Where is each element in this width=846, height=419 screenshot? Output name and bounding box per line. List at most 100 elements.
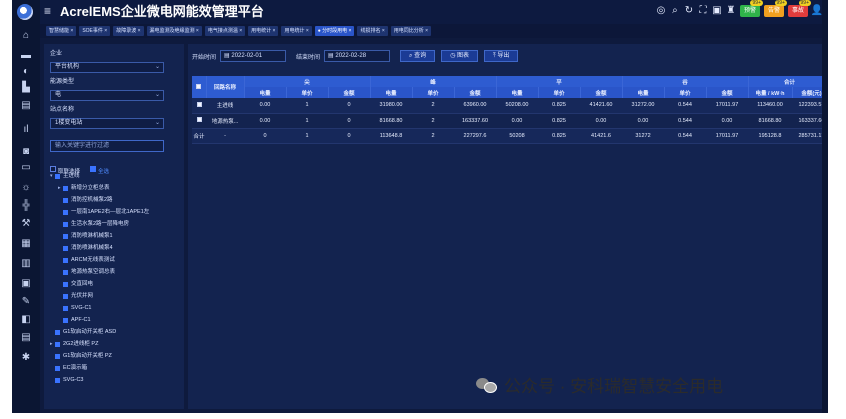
company-label: 企业: [50, 51, 63, 57]
tab-soe[interactable]: SOE事件 ×: [79, 26, 111, 36]
refresh-icon[interactable]: ↻: [684, 6, 694, 16]
energy-type-select[interactable]: 电 ⌄: [50, 90, 164, 101]
tab-storage[interactable]: 智慧储能 ×: [46, 26, 77, 36]
tree-node[interactable]: ▸ 2G2进线柜 PZ: [50, 340, 98, 348]
cell: 81668.80: [370, 113, 412, 129]
tower-icon[interactable]: ╬: [19, 200, 33, 212]
end-date-input[interactable]: ▤ 2022-02-28: [324, 50, 391, 62]
shirt-icon[interactable]: ♜: [726, 6, 736, 16]
battery-icon[interactable]: ▭: [19, 162, 33, 174]
tree-filter-input[interactable]: 输入关键字进行过滤: [50, 140, 164, 152]
tree-node[interactable]: APF-C1: [58, 316, 91, 324]
grid-icon[interactable]: ▦: [19, 238, 33, 250]
watermark-text: 公众号 · 安科瑞智慧安全用电: [504, 377, 724, 396]
tab-time-of-use[interactable]: ● 分时段用电 ×: [314, 26, 355, 36]
tab-line-loss[interactable]: 线损排名 ×: [357, 26, 388, 36]
bar-chart-icon[interactable]: ıl: [19, 124, 33, 136]
row-name: 主进线: [206, 98, 244, 114]
tool-icon[interactable]: ⚒: [19, 218, 33, 230]
tab-fault-wave[interactable]: 故障录波 ×: [113, 26, 144, 36]
row-checkbox[interactable]: [192, 98, 206, 114]
document-icon[interactable]: ▤: [19, 332, 33, 344]
chart-button[interactable]: ◷ 图表: [441, 50, 478, 62]
tree-node[interactable]: G1软启动开关柜 PZ: [50, 352, 112, 360]
watermark: 公众号 · 安科瑞智慧安全用电: [476, 372, 723, 397]
cell: 227297.6: [454, 128, 496, 144]
panel-icon[interactable]: ◧: [19, 314, 33, 326]
chevron-down-icon: ⌄: [154, 120, 160, 126]
station-select[interactable]: 1楼变电站 ⌄: [50, 118, 164, 129]
column-header: 电量 / kW·h: [748, 87, 793, 98]
cell: 2: [412, 113, 454, 129]
cell: 0.544: [664, 128, 706, 144]
monitor-icon[interactable]: ▬: [19, 50, 33, 62]
select-all-rows-checkbox[interactable]: [192, 76, 207, 98]
tree-node[interactable]: ▸ 新增分立柜总表: [58, 184, 110, 192]
camera-icon[interactable]: ◙: [19, 146, 33, 158]
group-header: 谷: [622, 76, 749, 87]
group-header: 平: [496, 76, 623, 87]
tree-node[interactable]: 交直回电: [58, 280, 93, 288]
tree-node[interactable]: 消防喷淋机械泵4: [58, 244, 113, 252]
tab-usage-stats-2[interactable]: 用电统计 ×: [281, 26, 312, 36]
tab-usage-stats-1[interactable]: 用电统计 ×: [248, 26, 279, 36]
search-icon[interactable]: ⌕: [670, 6, 680, 16]
company-select[interactable]: 平台机构 ⌄: [50, 62, 164, 73]
row-checkbox[interactable]: [192, 113, 206, 129]
tree-node[interactable]: 消防控机械泵2路: [58, 196, 113, 204]
tree-node[interactable]: G1软启动开关柜 ASD: [50, 328, 116, 336]
fullscreen-icon[interactable]: ⛶: [698, 6, 708, 16]
image-icon[interactable]: ▣: [712, 6, 722, 16]
menu-toggle-icon[interactable]: ≡: [44, 5, 51, 17]
cell: 81668.80: [748, 113, 792, 129]
table-row[interactable]: 地源热泵... 0.00 1 0 81668.80 2 163337.60 0.…: [192, 113, 828, 129]
tree-node[interactable]: ▾ 主进线: [50, 172, 80, 180]
select-all-checkbox[interactable]: 全选: [90, 160, 109, 178]
tree-node[interactable]: EC演示箱: [50, 364, 87, 372]
cell: 0.00: [580, 113, 622, 129]
bulb-icon[interactable]: ☼: [19, 182, 33, 194]
row-name: 地源热泵...: [206, 113, 244, 129]
group-header: 合计: [748, 76, 828, 87]
chevron-down-icon: ⌄: [154, 64, 160, 70]
charger-icon[interactable]: ▣: [19, 278, 33, 290]
tree-node[interactable]: 生活水泵2路一层降电房: [58, 220, 129, 228]
cell: 113648.8: [370, 128, 412, 144]
tab-yoy[interactable]: 用电同比分析 ×: [390, 26, 432, 36]
settings-icon[interactable]: ✱: [19, 352, 33, 364]
start-time-label: 开始时间: [192, 54, 217, 61]
table-row[interactable]: 主进线 0.00 1 0 31980.00 2 63960.00 50208.0…: [192, 98, 828, 114]
home-icon[interactable]: ⌂: [19, 30, 33, 42]
device-icon[interactable]: ▥: [19, 258, 33, 270]
chart-icon: ◷: [450, 53, 457, 59]
user-circle-icon[interactable]: ◎: [656, 6, 666, 16]
building-icon[interactable]: ▙: [19, 82, 33, 94]
cell: 50208: [496, 128, 538, 144]
icon-rail: ⌂ ▬ ◐ ▙ ▤ ıl ◙ ▭ ☼ ╬ ⚒ ▦ ▥ ▣ ✎ ◧ ▤ ✱: [12, 0, 40, 413]
column-header: 单价: [412, 87, 455, 98]
tree-node[interactable]: ARCM无线表测试: [58, 256, 115, 264]
tree-node[interactable]: 消防喷淋机械泵1: [58, 232, 113, 240]
query-button[interactable]: ⌕ 查询: [400, 50, 436, 62]
tab-temperature[interactable]: 电气接点测温 ×: [204, 26, 246, 36]
start-date-input[interactable]: ▤ 2022-02-01: [220, 50, 287, 62]
export-button[interactable]: ⤒ 导出: [484, 50, 519, 62]
page-scrollbar[interactable]: [822, 0, 828, 413]
app-frame: ⌂ ▬ ◐ ▙ ▤ ıl ◙ ▭ ☼ ╬ ⚒ ▦ ▥ ▣ ✎ ◧ ▤ ✱ ≡ A…: [12, 0, 828, 413]
accident-badge[interactable]: 事故 99+: [787, 0, 811, 17]
energy-type-label: 能源类型: [50, 79, 75, 85]
tree-node[interactable]: 一层南1APE2右—层北1APE1左: [58, 208, 149, 216]
edit-icon[interactable]: ✎: [19, 296, 33, 308]
tree-node[interactable]: 光伏并网: [58, 292, 93, 300]
tab-leakage[interactable]: 漏电监测及绝缘监测 ×: [146, 26, 202, 36]
tab-strip: 智慧储能 × SOE事件 × 故障录波 × 漏电监测及绝缘监测 × 电气接点测温…: [40, 24, 828, 38]
tree-node[interactable]: 地源热泵空调总表: [58, 268, 115, 276]
alarm-badge[interactable]: 告警 99+: [763, 0, 787, 17]
user-icon[interactable]: 👤: [811, 6, 823, 16]
warning-badge[interactable]: 预警 99+: [739, 0, 763, 17]
cell: 2: [412, 98, 454, 114]
tree-node[interactable]: SVG-C3: [50, 376, 83, 384]
gauge-icon[interactable]: ◐: [19, 66, 33, 78]
tree-node[interactable]: SVG-C1: [58, 304, 91, 312]
meter-icon[interactable]: ▤: [19, 100, 33, 112]
